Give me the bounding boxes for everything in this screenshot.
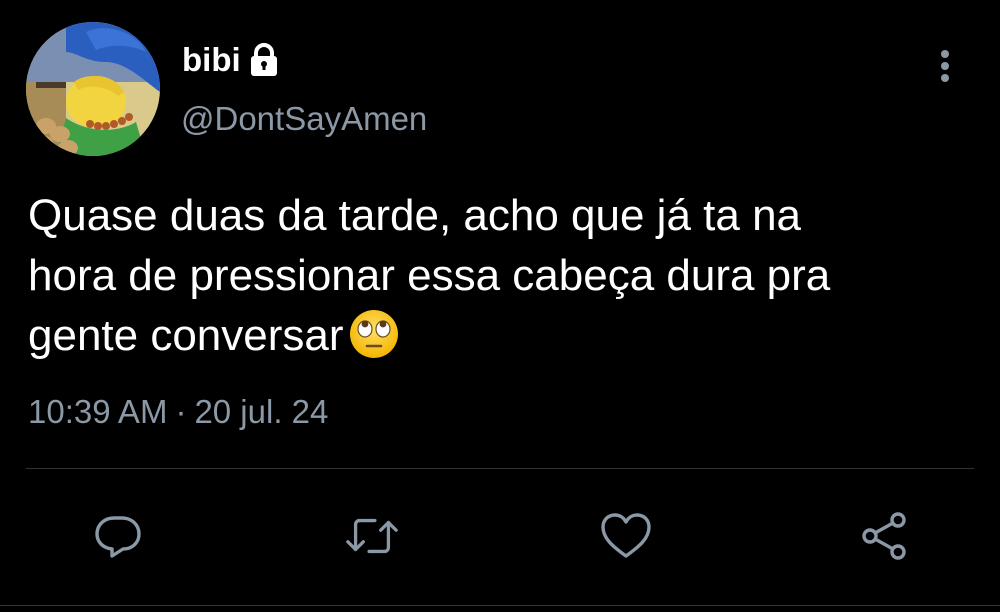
display-name[interactable]: bibi	[182, 41, 241, 79]
display-name-row: bibi	[182, 38, 279, 82]
tweet-date[interactable]: 20 jul. 24	[194, 393, 328, 430]
user-handle[interactable]: @DontSayAmen	[181, 100, 427, 138]
retweet-icon	[346, 518, 398, 554]
tweet-body: Quase duas da tarde, acho que já ta na h…	[28, 191, 831, 360]
more-options-icon	[941, 50, 949, 82]
like-button[interactable]	[598, 508, 654, 564]
tweet-time[interactable]: 10:39 AM	[28, 393, 167, 430]
tweet-card: bibi @DontSayAmen Quase duas da tarde, a…	[0, 0, 1000, 612]
like-icon	[601, 513, 651, 558]
share-icon	[862, 512, 906, 560]
share-button[interactable]	[856, 508, 912, 564]
reply-button[interactable]	[90, 508, 146, 564]
meta-separator: ·	[175, 393, 187, 430]
retweet-button[interactable]	[344, 508, 400, 564]
avatar-image	[26, 22, 160, 156]
reply-icon	[95, 516, 141, 558]
lock-icon	[249, 43, 279, 77]
more-options-button[interactable]	[928, 46, 962, 86]
tweet-meta: 10:39 AM · 20 jul. 24	[28, 393, 328, 431]
tweet-text: Quase duas da tarde, acho que já ta na h…	[28, 186, 978, 376]
bottom-divider	[0, 605, 1000, 606]
avatar[interactable]	[26, 22, 160, 156]
rolling-eyes-emoji	[348, 308, 400, 376]
divider	[26, 468, 974, 469]
